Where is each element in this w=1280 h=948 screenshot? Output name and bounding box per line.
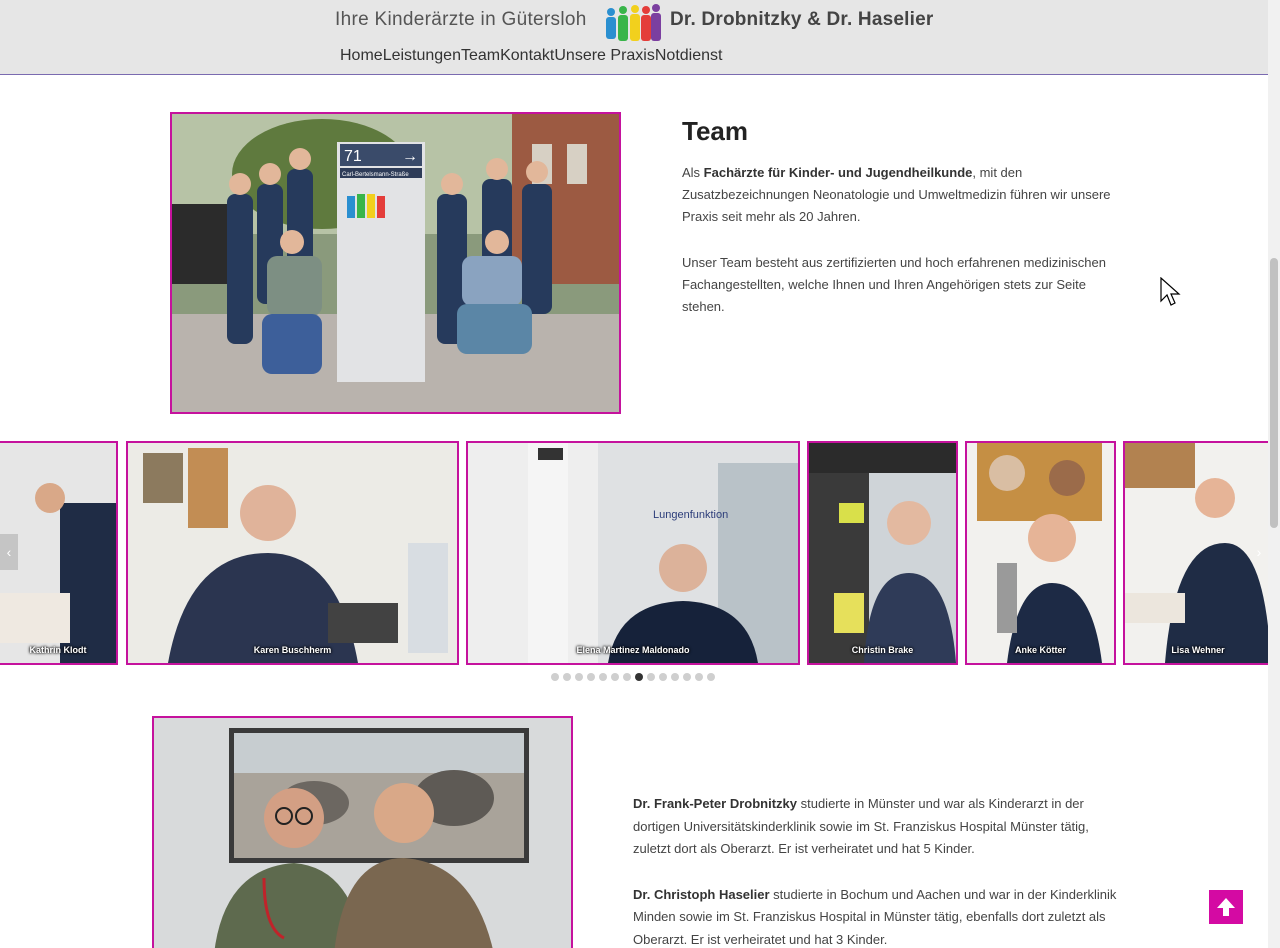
carousel-dot[interactable]: [551, 673, 559, 681]
nav-leistungen[interactable]: Leistungen: [383, 47, 461, 65]
doctors-photo: [152, 716, 573, 948]
slide-caption: Elena Martinez Maldonado: [576, 645, 690, 655]
slide-caption: Christin Brake: [851, 645, 914, 655]
nav-notdienst[interactable]: Notdienst: [655, 47, 723, 65]
carousel-pagination: [551, 673, 715, 681]
carousel-prev-icon[interactable]: ‹: [0, 534, 18, 570]
team-paragraph-1: Als Fachärzte für Kinder- und Jugendheil…: [682, 165, 1111, 224]
sign-street: Carl-Bertelsmann-Straße: [342, 172, 409, 178]
carousel-dot[interactable]: [659, 673, 667, 681]
carousel-dot[interactable]: [671, 673, 679, 681]
site-doctor-names: Dr. Drobnitzky & Dr. Haselier: [670, 9, 934, 30]
carousel-dot[interactable]: [599, 673, 607, 681]
team-paragraph-2: Unser Team besteht aus zertifizierten un…: [682, 255, 1106, 314]
slide-caption: Karen Buschherm: [253, 645, 332, 655]
slide-caption: Kathrin Klodt: [29, 645, 87, 655]
nav-team[interactable]: Team: [461, 47, 500, 65]
carousel-slide[interactable]: Anke Kötter: [965, 441, 1116, 665]
carousel-dot[interactable]: [611, 673, 619, 681]
staff-carousel[interactable]: Kathrin Klodt Karen Buschherm Lungenfunk…: [0, 441, 1268, 665]
sign-number: 71: [344, 148, 362, 165]
wall-sign: Lungenfunktion: [653, 509, 728, 521]
site-header: Ihre Kinderärzte in Gütersloh Dr. Drobni…: [0, 0, 1268, 75]
doctor-bio-2: Dr. Christoph Haselier studierte in Boch…: [633, 886, 1117, 947]
nav-home[interactable]: Home: [340, 47, 383, 65]
doctor-bio-1: Dr. Frank-Peter Drobnitzky studierte in …: [633, 796, 1089, 856]
slide-caption: Anke Kötter: [1014, 645, 1066, 655]
mouse-cursor-icon: [1160, 277, 1181, 306]
main-nav: Home Leistungen Team Kontakt Unsere Prax…: [340, 47, 722, 65]
team-description: Als Fachärzte für Kinder- und Jugendheil…: [682, 162, 1112, 342]
scroll-to-top-button[interactable]: [1209, 890, 1243, 924]
carousel-dot[interactable]: [647, 673, 655, 681]
svg-text:→: →: [402, 148, 418, 165]
carousel-dot[interactable]: [587, 673, 595, 681]
carousel-slide[interactable]: Christin Brake: [807, 441, 958, 665]
carousel-slide[interactable]: Karen Buschherm: [126, 441, 459, 665]
carousel-slide[interactable]: Lisa Wehner: [1123, 441, 1268, 665]
doctors-description: Dr. Frank-Peter Drobnitzky studierte in …: [633, 793, 1123, 948]
carousel-dot[interactable]: [635, 673, 643, 681]
carousel-dot[interactable]: [683, 673, 691, 681]
practice-logo-icon[interactable]: [603, 3, 663, 45]
page-scrollbar[interactable]: [1268, 0, 1280, 948]
scrollbar-thumb[interactable]: [1270, 258, 1278, 528]
team-photo: 71 → Carl-Bertelsmann-Straße: [170, 112, 621, 414]
slide-caption: Lisa Wehner: [1171, 645, 1225, 655]
carousel-next-icon[interactable]: ›: [1250, 534, 1268, 570]
nav-kontakt[interactable]: Kontakt: [500, 47, 554, 65]
arrow-up-icon: [1217, 898, 1235, 916]
carousel-dot[interactable]: [707, 673, 715, 681]
carousel-dot[interactable]: [563, 673, 571, 681]
carousel-dot[interactable]: [623, 673, 631, 681]
team-heading: Team: [682, 116, 748, 146]
site-tagline: Ihre Kinderärzte in Gütersloh: [335, 9, 587, 30]
nav-unsere-praxis[interactable]: Unsere Praxis: [554, 47, 654, 65]
carousel-slide[interactable]: Lungenfunktion Elena Martinez Maldonado: [466, 441, 800, 665]
carousel-dot[interactable]: [575, 673, 583, 681]
carousel-dot[interactable]: [695, 673, 703, 681]
